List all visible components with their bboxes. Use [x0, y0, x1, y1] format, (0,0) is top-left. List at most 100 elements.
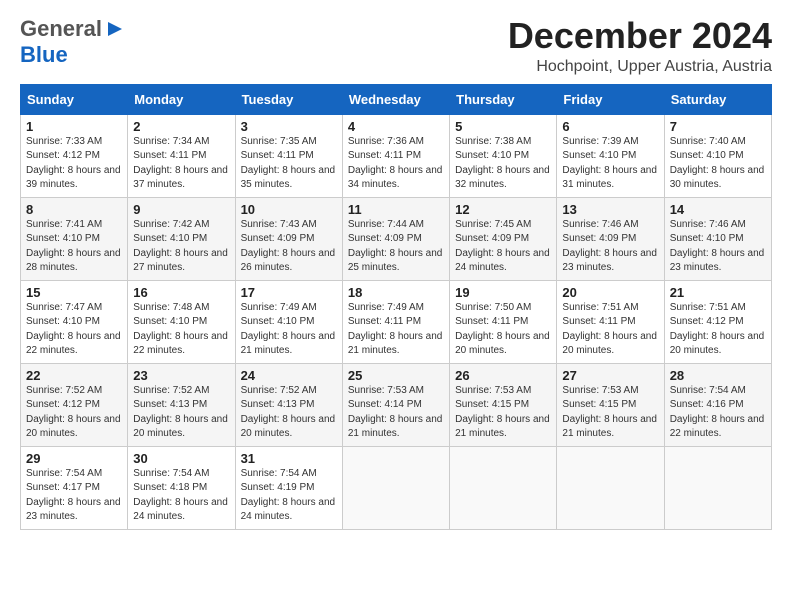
- day-info: Sunrise: 7:52 AMSunset: 4:12 PMDaylight:…: [26, 384, 122, 442]
- calendar-day-cell: [664, 446, 771, 529]
- weekday-header-cell: Saturday: [664, 84, 771, 114]
- weekday-header-row: SundayMondayTuesdayWednesdayThursdayFrid…: [21, 84, 772, 114]
- calendar-day-cell: 10Sunrise: 7:43 AMSunset: 4:09 PMDayligh…: [235, 197, 342, 280]
- day-number: 30: [133, 451, 229, 466]
- calendar-day-cell: 20Sunrise: 7:51 AMSunset: 4:11 PMDayligh…: [557, 280, 664, 363]
- calendar-day-cell: 29Sunrise: 7:54 AMSunset: 4:17 PMDayligh…: [21, 446, 128, 529]
- day-number: 20: [562, 285, 658, 300]
- day-info: Sunrise: 7:49 AMSunset: 4:10 PMDaylight:…: [241, 301, 337, 359]
- day-info: Sunrise: 7:42 AMSunset: 4:10 PMDaylight:…: [133, 218, 229, 276]
- calendar-day-cell: [557, 446, 664, 529]
- day-info: Sunrise: 7:54 AMSunset: 4:18 PMDaylight:…: [133, 467, 229, 525]
- day-info: Sunrise: 7:51 AMSunset: 4:11 PMDaylight:…: [562, 301, 658, 359]
- day-info: Sunrise: 7:47 AMSunset: 4:10 PMDaylight:…: [26, 301, 122, 359]
- day-info: Sunrise: 7:35 AMSunset: 4:11 PMDaylight:…: [241, 135, 337, 193]
- day-number: 31: [241, 451, 337, 466]
- day-number: 22: [26, 368, 122, 383]
- day-number: 26: [455, 368, 551, 383]
- day-number: 23: [133, 368, 229, 383]
- calendar-day-cell: 18Sunrise: 7:49 AMSunset: 4:11 PMDayligh…: [342, 280, 449, 363]
- calendar-day-cell: 21Sunrise: 7:51 AMSunset: 4:12 PMDayligh…: [664, 280, 771, 363]
- logo-general-text: General: [20, 16, 102, 42]
- calendar-week-row: 8Sunrise: 7:41 AMSunset: 4:10 PMDaylight…: [21, 197, 772, 280]
- day-number: 16: [133, 285, 229, 300]
- calendar-body: 1Sunrise: 7:33 AMSunset: 4:12 PMDaylight…: [21, 114, 772, 529]
- day-number: 12: [455, 202, 551, 217]
- day-info: Sunrise: 7:52 AMSunset: 4:13 PMDaylight:…: [133, 384, 229, 442]
- day-number: 27: [562, 368, 658, 383]
- day-info: Sunrise: 7:36 AMSunset: 4:11 PMDaylight:…: [348, 135, 444, 193]
- day-info: Sunrise: 7:34 AMSunset: 4:11 PMDaylight:…: [133, 135, 229, 193]
- logo-blue-text: Blue: [20, 42, 68, 68]
- calendar-day-cell: 28Sunrise: 7:54 AMSunset: 4:16 PMDayligh…: [664, 363, 771, 446]
- calendar-day-cell: 23Sunrise: 7:52 AMSunset: 4:13 PMDayligh…: [128, 363, 235, 446]
- calendar-day-cell: 15Sunrise: 7:47 AMSunset: 4:10 PMDayligh…: [21, 280, 128, 363]
- day-info: Sunrise: 7:53 AMSunset: 4:14 PMDaylight:…: [348, 384, 444, 442]
- calendar-day-cell: 13Sunrise: 7:46 AMSunset: 4:09 PMDayligh…: [557, 197, 664, 280]
- day-number: 9: [133, 202, 229, 217]
- weekday-header-cell: Wednesday: [342, 84, 449, 114]
- calendar-week-row: 1Sunrise: 7:33 AMSunset: 4:12 PMDaylight…: [21, 114, 772, 197]
- day-number: 18: [348, 285, 444, 300]
- header: General Blue December 2024 Hochpoint, Up…: [20, 16, 772, 76]
- day-info: Sunrise: 7:52 AMSunset: 4:13 PMDaylight:…: [241, 384, 337, 442]
- day-info: Sunrise: 7:38 AMSunset: 4:10 PMDaylight:…: [455, 135, 551, 193]
- calendar-day-cell: 14Sunrise: 7:46 AMSunset: 4:10 PMDayligh…: [664, 197, 771, 280]
- day-number: 29: [26, 451, 122, 466]
- calendar-day-cell: 22Sunrise: 7:52 AMSunset: 4:12 PMDayligh…: [21, 363, 128, 446]
- day-number: 8: [26, 202, 122, 217]
- day-number: 13: [562, 202, 658, 217]
- day-info: Sunrise: 7:45 AMSunset: 4:09 PMDaylight:…: [455, 218, 551, 276]
- weekday-header-cell: Monday: [128, 84, 235, 114]
- day-info: Sunrise: 7:49 AMSunset: 4:11 PMDaylight:…: [348, 301, 444, 359]
- calendar-day-cell: 6Sunrise: 7:39 AMSunset: 4:10 PMDaylight…: [557, 114, 664, 197]
- calendar: SundayMondayTuesdayWednesdayThursdayFrid…: [20, 84, 772, 530]
- month-title: December 2024: [508, 16, 772, 56]
- weekday-header-cell: Sunday: [21, 84, 128, 114]
- day-number: 11: [348, 202, 444, 217]
- calendar-day-cell: 25Sunrise: 7:53 AMSunset: 4:14 PMDayligh…: [342, 363, 449, 446]
- location: Hochpoint, Upper Austria, Austria: [508, 58, 772, 76]
- day-number: 2: [133, 119, 229, 134]
- calendar-day-cell: 27Sunrise: 7:53 AMSunset: 4:15 PMDayligh…: [557, 363, 664, 446]
- day-number: 14: [670, 202, 766, 217]
- weekday-header-cell: Tuesday: [235, 84, 342, 114]
- day-number: 28: [670, 368, 766, 383]
- day-info: Sunrise: 7:53 AMSunset: 4:15 PMDaylight:…: [455, 384, 551, 442]
- day-number: 25: [348, 368, 444, 383]
- day-info: Sunrise: 7:41 AMSunset: 4:10 PMDaylight:…: [26, 218, 122, 276]
- day-number: 7: [670, 119, 766, 134]
- calendar-day-cell: 7Sunrise: 7:40 AMSunset: 4:10 PMDaylight…: [664, 114, 771, 197]
- calendar-day-cell: 26Sunrise: 7:53 AMSunset: 4:15 PMDayligh…: [450, 363, 557, 446]
- day-number: 5: [455, 119, 551, 134]
- calendar-week-row: 15Sunrise: 7:47 AMSunset: 4:10 PMDayligh…: [21, 280, 772, 363]
- day-number: 24: [241, 368, 337, 383]
- calendar-day-cell: 31Sunrise: 7:54 AMSunset: 4:19 PMDayligh…: [235, 446, 342, 529]
- day-info: Sunrise: 7:46 AMSunset: 4:10 PMDaylight:…: [670, 218, 766, 276]
- calendar-day-cell: 16Sunrise: 7:48 AMSunset: 4:10 PMDayligh…: [128, 280, 235, 363]
- day-info: Sunrise: 7:54 AMSunset: 4:16 PMDaylight:…: [670, 384, 766, 442]
- title-area: December 2024 Hochpoint, Upper Austria, …: [508, 16, 772, 76]
- day-number: 1: [26, 119, 122, 134]
- calendar-day-cell: 9Sunrise: 7:42 AMSunset: 4:10 PMDaylight…: [128, 197, 235, 280]
- day-info: Sunrise: 7:54 AMSunset: 4:19 PMDaylight:…: [241, 467, 337, 525]
- calendar-day-cell: 12Sunrise: 7:45 AMSunset: 4:09 PMDayligh…: [450, 197, 557, 280]
- day-number: 19: [455, 285, 551, 300]
- day-number: 15: [26, 285, 122, 300]
- weekday-header-cell: Friday: [557, 84, 664, 114]
- calendar-week-row: 22Sunrise: 7:52 AMSunset: 4:12 PMDayligh…: [21, 363, 772, 446]
- calendar-day-cell: [342, 446, 449, 529]
- day-info: Sunrise: 7:33 AMSunset: 4:12 PMDaylight:…: [26, 135, 122, 193]
- calendar-day-cell: [450, 446, 557, 529]
- calendar-day-cell: 24Sunrise: 7:52 AMSunset: 4:13 PMDayligh…: [235, 363, 342, 446]
- day-info: Sunrise: 7:51 AMSunset: 4:12 PMDaylight:…: [670, 301, 766, 359]
- calendar-day-cell: 4Sunrise: 7:36 AMSunset: 4:11 PMDaylight…: [342, 114, 449, 197]
- day-info: Sunrise: 7:40 AMSunset: 4:10 PMDaylight:…: [670, 135, 766, 193]
- logo: General Blue: [20, 16, 126, 68]
- day-info: Sunrise: 7:53 AMSunset: 4:15 PMDaylight:…: [562, 384, 658, 442]
- calendar-day-cell: 19Sunrise: 7:50 AMSunset: 4:11 PMDayligh…: [450, 280, 557, 363]
- calendar-day-cell: 11Sunrise: 7:44 AMSunset: 4:09 PMDayligh…: [342, 197, 449, 280]
- weekday-header-cell: Thursday: [450, 84, 557, 114]
- logo-arrow-icon: [104, 18, 126, 40]
- day-info: Sunrise: 7:50 AMSunset: 4:11 PMDaylight:…: [455, 301, 551, 359]
